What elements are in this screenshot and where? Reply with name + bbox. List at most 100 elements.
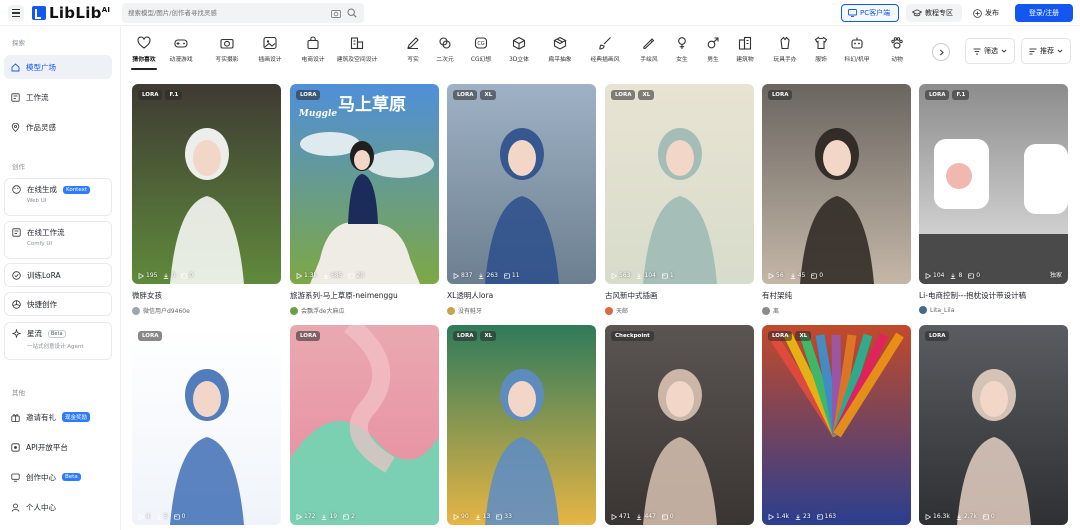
model-thumbnail[interactable]: 马上草原 Muggle LORA 1.3k 685 28 <box>290 84 439 284</box>
stat-item: 0 <box>811 272 823 279</box>
sort-button[interactable]: 推荐 <box>1021 38 1071 64</box>
sidebar-item-api[interactable]: API开放平台 <box>4 435 112 459</box>
pc-client-button[interactable]: PC客户端 <box>841 4 899 22</box>
model-thumbnail[interactable]: Checkpoint 471 447 0 <box>605 325 754 525</box>
stat-item: 2.7k <box>956 513 977 520</box>
category-item[interactable]: 写实摄影 <box>210 36 244 63</box>
sidebar-item-quick-create[interactable]: 快捷创作 <box>4 292 112 316</box>
model-card[interactable]: LORA 56 45 0 有村架纯离 <box>762 84 911 315</box>
category-item[interactable]: 建筑物 <box>728 36 762 63</box>
model-card[interactable]: LORA 172 19 2 <box>290 325 439 525</box>
download-icon <box>479 273 484 279</box>
avatar <box>762 306 770 315</box>
model-type-badge: LORA <box>925 90 950 100</box>
model-card[interactable]: 马上草原 Muggle LORA 1.3k 685 28 旅游系列-马上草原-neimeng… <box>290 84 439 315</box>
model-thumbnail[interactable]: LORA XL 563 104 1 <box>605 84 754 284</box>
menu-toggle-button[interactable] <box>8 5 24 21</box>
model-thumbnail[interactable]: LORA F.1 104 8 0 独家 <box>919 84 1068 284</box>
stat-item: 172 <box>296 513 315 520</box>
model-thumbnail[interactable]: LORA 16.3k 2.7k 0 <box>919 325 1068 525</box>
model-title[interactable]: 旅游系列-马上草原-neimenggu <box>290 290 439 301</box>
category-item[interactable]: 扁平抽象 <box>543 36 577 63</box>
model-card[interactable]: LORA XL 90 13 33 <box>447 325 596 525</box>
model-thumbnail[interactable]: LORA 4 5 0 <box>132 325 281 525</box>
image-icon <box>263 36 277 50</box>
category-label: 建筑及空间设计 <box>336 57 378 63</box>
author-info[interactable]: 没有鲑牙 <box>447 306 596 315</box>
category-item[interactable]: 二次元 <box>428 36 462 63</box>
model-thumbnail[interactable]: LORA F.1 195 0 0 <box>132 84 281 284</box>
category-item[interactable]: 手绘风 <box>632 36 666 63</box>
search-input[interactable] <box>128 9 326 17</box>
personal-label: 个人中心 <box>26 502 56 512</box>
model-title[interactable]: 古风新中式插画 <box>605 290 754 301</box>
model-card[interactable]: LORA 16.3k 2.7k 0 <box>919 325 1068 525</box>
publish-label: 发布 <box>985 9 999 17</box>
category-item[interactable]: 科幻/机甲 <box>840 36 874 63</box>
publish-button[interactable]: 发布 <box>967 4 1009 22</box>
model-thumbnail[interactable]: LORA XL 90 13 33 <box>447 325 596 525</box>
category-item[interactable]: 服饰 <box>804 36 838 63</box>
sidebar-item-model-square[interactable]: 模型广场 <box>4 55 112 79</box>
model-thumbnail[interactable]: LORA 172 19 2 <box>290 325 439 525</box>
model-card[interactable]: LORA 4 5 0 <box>132 325 281 525</box>
category-item[interactable]: 建筑及空间设计 <box>337 36 377 63</box>
category-item[interactable]: 电商设计 <box>296 36 330 63</box>
category-item[interactable]: 插画设计 <box>253 36 287 63</box>
sidebar-item-online-workflow[interactable]: 在线工作流 Comfy UI <box>4 221 112 259</box>
model-card[interactable]: LORA F.1 104 8 0 独家 Li-电商控制---抱枕设计带设计稿 Lita_Lil… <box>919 84 1068 314</box>
cash-reward-badge: 现金奖励 <box>62 412 91 422</box>
category-item[interactable]: 3D立体 <box>502 36 536 63</box>
author-info[interactable]: 天邮 <box>605 306 754 315</box>
tutorial-button[interactable]: 教程专区 <box>906 4 962 22</box>
category-item[interactable]: 写实 <box>396 36 430 63</box>
scroll-right-button[interactable] <box>932 43 950 61</box>
model-card[interactable]: LORA XL 837 263 11 XL透明人lora 没有鲑牙 <box>447 84 596 315</box>
category-item[interactable]: CG CG幻想 <box>464 36 498 63</box>
model-thumbnail[interactable]: LORA 56 45 0 <box>762 84 911 284</box>
stat-item: 11 <box>504 272 520 279</box>
sidebar-item-personal[interactable]: 个人中心 <box>4 495 112 519</box>
model-thumbnail[interactable]: LORA XL 1.4k 23 163 <box>762 325 911 525</box>
sidebar-item-creator-center[interactable]: 创作中心 Beta <box>4 465 112 489</box>
author-info[interactable]: 会飘浮de大麻瓜 <box>290 306 439 315</box>
stat-value: 28 <box>356 272 365 279</box>
liblib-logo[interactable]: LibLibAI <box>32 4 110 22</box>
stat-value: 56 <box>776 272 784 279</box>
model-title[interactable]: XL透明人lora <box>447 290 596 301</box>
image-search-icon[interactable] <box>330 7 342 19</box>
model-card[interactable]: LORA XL 1.4k 23 163 <box>762 325 911 525</box>
author-info[interactable]: 离 <box>762 306 911 315</box>
sidebar-item-train-lora[interactable]: 训练LoRA <box>4 263 112 287</box>
model-thumbnail[interactable]: LORA XL 837 263 11 <box>447 84 596 284</box>
model-card[interactable]: Checkpoint 471 447 0 <box>605 325 754 525</box>
login-register-button[interactable]: 登录/注册 <box>1015 4 1073 22</box>
sidebar-item-star-stream[interactable]: 星流 Beta 一站式创意设计 Agent <box>4 322 112 360</box>
model-card[interactable]: LORA F.1 195 0 0 微胖女孩微信用户d9460e <box>132 84 281 315</box>
sidebar-item-online-generate[interactable]: 在线生成 Kontext Web UI <box>4 178 112 216</box>
chevron-down-icon <box>1057 49 1063 53</box>
stat-item: 56 <box>768 272 784 279</box>
model-card[interactable]: LORA XL 563 104 1 古风新中式插画 天邮 <box>605 84 754 315</box>
workflow-icon <box>12 228 21 237</box>
search-bar[interactable] <box>122 3 364 23</box>
sidebar-item-workflow[interactable]: 工作流 <box>4 85 112 109</box>
category-item[interactable]: 经典插画风 <box>588 36 622 63</box>
author-info[interactable]: 微信用户d9460e <box>132 306 281 315</box>
play-icon <box>453 513 459 520</box>
sidebar-item-invite[interactable]: 邀请有礼 现金奖励 <box>4 405 112 429</box>
model-title[interactable]: 有村架纯 <box>762 290 911 301</box>
category-item[interactable]: 男生 <box>696 36 730 63</box>
search-icon[interactable] <box>346 7 358 19</box>
model-title[interactable]: Li-电商控制---抱枕设计带设计稿 <box>919 290 1068 301</box>
filter-button[interactable]: 筛选 <box>965 38 1015 64</box>
sidebar-item-inspiration[interactable]: 作品灵感 <box>4 115 112 139</box>
author-info[interactable]: Lita_Lila <box>919 306 1068 314</box>
category-active[interactable]: 猜你喜欢 <box>127 36 161 63</box>
category-item[interactable]: 动物 <box>880 36 914 63</box>
category-item[interactable]: 玩具手办 <box>768 36 802 63</box>
robot-icon <box>850 36 864 50</box>
model-title[interactable]: 微胖女孩 <box>132 290 281 301</box>
category-item[interactable]: 动漫游戏 <box>164 36 198 63</box>
category-item[interactable]: 女生 <box>665 36 699 63</box>
